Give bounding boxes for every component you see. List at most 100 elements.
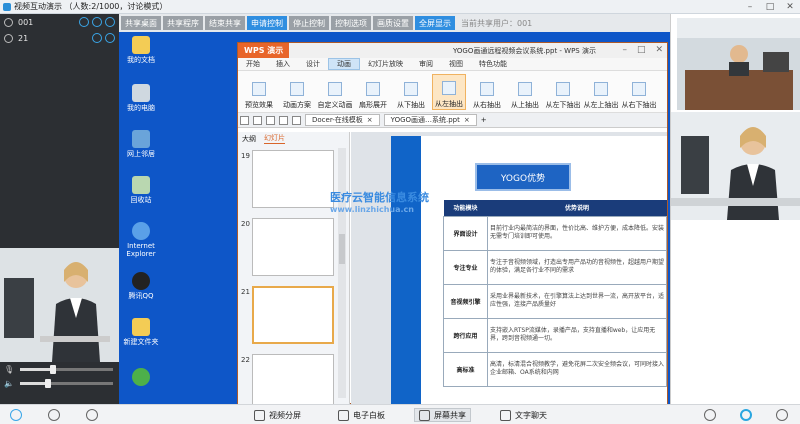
scroll-thumb[interactable]	[339, 234, 345, 264]
close-icon[interactable]: ✕	[784, 1, 796, 12]
menu-home[interactable]: 开始	[238, 59, 268, 69]
volume-controls: 🎙 🔈	[0, 362, 119, 390]
print-icon[interactable]	[279, 115, 288, 125]
microphone-icon[interactable]	[92, 33, 102, 43]
column-header: 功能模块	[443, 200, 488, 216]
users-icon[interactable]	[86, 409, 98, 421]
menu-slideshow[interactable]: 幻灯片放映	[360, 59, 411, 69]
open-file-icon[interactable]	[253, 115, 262, 125]
speaker-volume: 🔈	[0, 376, 119, 390]
slide-number: 21	[241, 288, 250, 296]
whiteboard-button[interactable]: 电子白板	[334, 408, 389, 422]
watermark: 医疗云智能信息系统 www.linzhichua.cn	[330, 191, 429, 215]
camera-icon[interactable]	[105, 33, 115, 43]
slide-page: YOGO优势 功能模块 优势说明 界面设计 目前行业内最简洁的界面，性价比高、维护方…	[391, 136, 667, 404]
stop-control-button[interactable]: 停止控制	[289, 16, 329, 30]
desktop-icon[interactable]	[121, 368, 161, 388]
request-control-button[interactable]: 申请控制	[247, 16, 287, 30]
wps-document-title: YOGO画通远程视频会议系统.ppt - WPS 演示	[453, 47, 596, 55]
advantages-table: 功能模块 优势说明 界面设计 目前行业内最简洁的界面，性价比高、维护方便，成本降低。…	[443, 200, 667, 387]
custom-animation-button[interactable]: 自定义动画	[318, 74, 353, 110]
minimize-icon[interactable]: –	[744, 1, 756, 12]
user-row[interactable]: 21	[0, 30, 119, 46]
share-desktop-button[interactable]: 共享桌面	[121, 16, 161, 30]
refresh-icon[interactable]	[48, 409, 60, 421]
tab-docer[interactable]: Docer-在线模板 ×	[305, 114, 380, 126]
title-bar: 视频互动演示 （人数:2/1000，讨论模式） – □ ✕	[0, 0, 800, 14]
window-title: 视频互动演示 （人数:2/1000，讨论模式）	[14, 2, 168, 11]
effect-icon	[480, 82, 494, 96]
effect-from-top-button[interactable]: 从上抽出	[508, 74, 542, 110]
maximize-icon[interactable]: □	[764, 1, 776, 12]
menu-design[interactable]: 设计	[298, 59, 328, 69]
effect-fan-button[interactable]: 扇形展开	[356, 74, 390, 110]
video-split-button[interactable]: 视频分屏	[250, 408, 305, 422]
effect-from-bottom-right-button[interactable]: 从右下抽出	[622, 74, 657, 110]
desktop-icon[interactable]: 腾讯QQ	[121, 272, 161, 300]
menu-animation[interactable]: 动画	[328, 58, 360, 70]
gear-icon[interactable]	[704, 409, 716, 421]
user-name: 21	[18, 33, 29, 43]
effect-from-left-button[interactable]: 从左抽出	[432, 74, 466, 110]
fullscreen-button[interactable]: 全屏显示	[415, 16, 455, 30]
panel-scrollbar[interactable]	[338, 148, 346, 398]
wps-window: WPS 演示 YOGO画通远程视频会议系统.ppt - WPS 演示 – □ ✕ 开…	[237, 42, 668, 404]
desktop-icon[interactable]: 网上邻居	[121, 130, 161, 158]
animation-ribbon: 预览效果 动画方案 自定义动画 扇形展开 从下抽出 从左抽出 从右抽出 从上抽出…	[238, 71, 667, 113]
minimize-icon[interactable]: –	[622, 45, 627, 55]
speaker-slider[interactable]	[19, 378, 113, 388]
preview-effect-button[interactable]: 预览效果	[242, 74, 276, 110]
menu-review[interactable]: 审阅	[411, 59, 441, 69]
wps-logo-button[interactable]: WPS 演示	[238, 43, 290, 58]
menu-special[interactable]: 特色功能	[471, 59, 515, 69]
close-icon[interactable]: ✕	[655, 45, 663, 55]
current-share-user: 当前共享用户：001	[461, 18, 533, 28]
control-options-button[interactable]: 控制选项	[331, 16, 371, 30]
chat-icon[interactable]	[79, 17, 89, 27]
desktop-icon[interactable]: Internet Explorer	[121, 222, 161, 258]
effect-from-right-button[interactable]: 从右抽出	[470, 74, 504, 110]
undo-icon[interactable]	[292, 115, 301, 125]
maximize-icon[interactable]: □	[637, 45, 646, 55]
menu-insert[interactable]: 插入	[268, 59, 298, 69]
table-row: 专注专业 专注于音视频领域，打造出专用产品功的音视频性，超越用户期望的体验，满足各…	[443, 249, 667, 285]
status-ring-icon[interactable]	[740, 409, 752, 421]
slide-number: 20	[241, 220, 250, 228]
share-program-button[interactable]: 共享程序	[163, 16, 203, 30]
text-chat-button[interactable]: 文字聊天	[496, 408, 551, 422]
recycle-bin-icon	[132, 176, 150, 194]
menu-view[interactable]: 视图	[441, 59, 471, 69]
app-icon	[132, 368, 150, 386]
camera-icon[interactable]	[105, 17, 115, 27]
microphone-slider[interactable]	[20, 364, 113, 374]
microphone-icon[interactable]	[92, 17, 102, 27]
animation-scheme-button[interactable]: 动画方案	[280, 74, 314, 110]
slide-thumbnail[interactable]	[252, 354, 334, 404]
add-tab-icon[interactable]: +	[481, 116, 487, 124]
slide-thumbnail[interactable]	[252, 150, 334, 208]
slide-thumbnail-selected[interactable]	[252, 286, 334, 344]
slide-thumbnail[interactable]	[252, 218, 334, 276]
close-icon[interactable]: ×	[464, 116, 470, 124]
user-row[interactable]: 001	[0, 14, 119, 30]
user-settings-icon[interactable]	[10, 409, 22, 421]
screen-share-button[interactable]: 屏幕共享	[414, 408, 471, 422]
effect-from-bottom-left-button[interactable]: 从左下抽出	[546, 74, 581, 110]
effect-from-bottom-button[interactable]: 从下抽出	[394, 74, 428, 110]
effect-from-top-left-button[interactable]: 从左上抽出	[584, 74, 619, 110]
desktop-icon[interactable]: 我的电脑	[121, 84, 161, 112]
tab-document[interactable]: YOGO画通…系统.ppt ×	[383, 114, 477, 126]
desktop-icon[interactable]: 我的文档	[121, 36, 161, 64]
new-file-icon[interactable]	[240, 115, 249, 125]
user-status-icons	[79, 17, 119, 27]
tab-slides[interactable]: 幻灯片	[264, 133, 285, 144]
power-icon[interactable]	[776, 409, 788, 421]
tab-outline[interactable]: 大纲	[242, 134, 256, 144]
close-icon[interactable]: ×	[367, 116, 373, 124]
desktop-icon[interactable]: 回收站	[121, 176, 161, 204]
bottom-toolbar: 视频分屏 电子白板 屏幕共享 文字聊天	[0, 404, 800, 424]
end-share-button[interactable]: 结束共享	[205, 16, 245, 30]
save-icon[interactable]	[266, 115, 275, 125]
quality-settings-button[interactable]: 画质设置	[373, 16, 413, 30]
desktop-icon[interactable]: 新建文件夹	[121, 318, 161, 346]
